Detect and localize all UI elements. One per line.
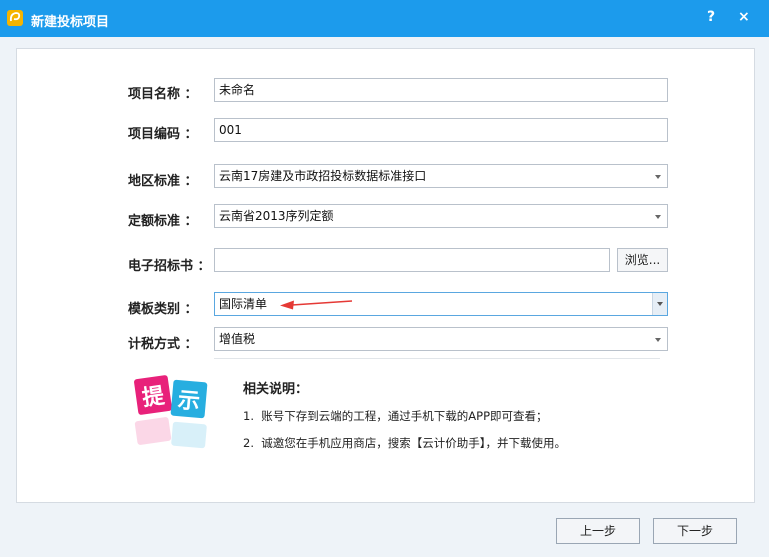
window-title: 新建投标项目 (31, 15, 110, 30)
title-bar: 新建投标项目 ? × (0, 0, 769, 37)
hint-title: 相关说明： (243, 382, 309, 397)
quota-standard-value: 云南省2013序列定额 (219, 209, 334, 223)
prev-button[interactable]: 上一步 (556, 518, 640, 544)
divider (214, 358, 660, 359)
project-code-label: 项目编码 ： (128, 127, 198, 142)
help-button[interactable]: ? (707, 9, 715, 25)
region-standard-value: 云南17房建及市政招投标数据标准接口 (219, 169, 427, 183)
chevron-down-icon (657, 302, 663, 306)
quota-standard-label: 定额标准 ： (128, 214, 198, 229)
chevron-down-icon (655, 175, 661, 179)
chevron-down-icon (655, 215, 661, 219)
browse-button[interactable]: 浏览... (617, 248, 668, 272)
tax-method-value: 增值税 (219, 332, 256, 346)
project-code-input[interactable]: 001 (214, 118, 668, 142)
template-type-value: 国际清单 (219, 297, 268, 311)
template-type-label: 模板类别 ： (128, 302, 198, 317)
region-standard-label: 地区标准 ： (128, 174, 198, 189)
close-button[interactable]: × (738, 9, 750, 25)
tender-document-input[interactable] (214, 248, 610, 272)
project-name-label: 项目名称 ： (128, 87, 198, 102)
hint-line-2: 2. 诚邀您在手机应用商店，搜索【云计价助手】，并下载使用。 (243, 436, 567, 450)
annotation-arrow-icon (280, 300, 353, 310)
tax-method-label: 计税方式 ： (128, 337, 198, 352)
hint-logo-char-2: 示 (177, 388, 201, 415)
region-standard-select[interactable]: 云南17房建及市政招投标数据标准接口 (214, 164, 668, 188)
chevron-down-icon (655, 338, 661, 342)
app-logo-icon (7, 10, 23, 26)
quota-standard-select[interactable]: 云南省2013序列定额 (214, 204, 668, 228)
tax-method-select[interactable]: 增值税 (214, 327, 668, 351)
hint-line-1: 1. 账号下存到云端的工程，通过手机下载的APP即可查看； (243, 409, 548, 423)
project-code-value: 001 (219, 123, 242, 137)
dropdown-toggle[interactable] (652, 293, 667, 315)
next-button[interactable]: 下一步 (653, 518, 737, 544)
hint-logo-icon: 提 示 (134, 375, 208, 449)
project-name-input[interactable]: 未命名 (214, 78, 668, 102)
tender-document-label: 电子招标书 ： (128, 259, 211, 274)
project-name-value: 未命名 (219, 83, 256, 97)
